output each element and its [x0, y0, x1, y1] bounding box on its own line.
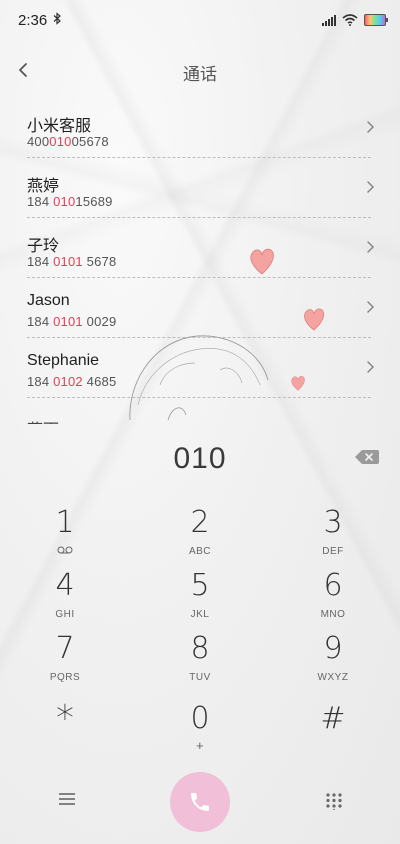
dialpad-icon[interactable] [325, 792, 343, 810]
status-bar: 2:36 [0, 0, 400, 40]
call-button[interactable] [170, 772, 230, 832]
chevron-right-icon [367, 301, 375, 313]
key-1[interactable]: 1 [10, 506, 120, 568]
bottom-bar [0, 770, 400, 834]
contact-list[interactable]: 小米客服 40001005678 燕婷 184 01015689 子玲 184 … [0, 98, 400, 424]
battery-icon [364, 14, 388, 26]
contact-number: 184 0101 0029 [27, 314, 117, 329]
key-9[interactable]: 9 WXYZ [278, 632, 388, 694]
key-digit: 2 [190, 505, 210, 540]
status-time: 2:36 [18, 12, 48, 29]
key-digit: 3 [323, 505, 343, 540]
contact-name: 子玲 [27, 238, 60, 255]
contact-number: 184 0102 4685 [27, 374, 117, 389]
header: 通话 [0, 50, 400, 90]
key-digit: 0 [190, 701, 210, 736]
key-star[interactable]: * [10, 698, 120, 764]
bluetooth-icon [53, 12, 62, 28]
contact-row[interactable]: Jason 184 0101 0029 [27, 278, 375, 338]
phone-icon [191, 793, 209, 811]
key-letters: + [195, 738, 205, 753]
key-letters: MNO [320, 609, 346, 620]
key-8[interactable]: 8 TUV [145, 632, 255, 694]
key-digit: 4 [55, 568, 75, 603]
contact-number: 184 01015689 [27, 194, 113, 209]
key-4[interactable]: 4 GHI [10, 569, 120, 631]
key-hash[interactable]: # [278, 702, 388, 764]
key-digit: 9 [323, 631, 343, 666]
chevron-right-icon [367, 181, 375, 193]
contact-name: Stephanie [27, 352, 100, 369]
key-digit: 1 [55, 505, 75, 540]
chevron-right-icon [367, 241, 375, 253]
backspace-button[interactable] [354, 448, 380, 466]
contact-row[interactable]: 小米客服 40001005678 [27, 98, 375, 158]
contact-row[interactable]: 燕婷 184 01015689 [27, 158, 375, 218]
signal-icon [322, 14, 336, 26]
contact-row[interactable]: Stephanie 184 0102 4685 [27, 338, 375, 398]
wifi-icon [342, 14, 358, 26]
key-digit: 7 [55, 631, 75, 666]
dial-display: 010 [0, 438, 400, 482]
key-0[interactable]: 0 + [145, 702, 255, 764]
contact-number: 184 0101 5678 [27, 254, 117, 269]
backspace-icon [355, 450, 379, 464]
key-6[interactable]: 6 MNO [278, 569, 388, 631]
key-letters: WXYZ [317, 672, 349, 683]
contact-name-partial: 燕雨 [27, 416, 59, 424]
key-letters: TUV [189, 672, 211, 683]
voicemail-icon [10, 546, 120, 557]
key-letters: JKL [190, 609, 210, 620]
key-letters: DEF [322, 546, 344, 557]
key-digit: 6 [323, 568, 343, 603]
contact-number: 40001005678 [27, 134, 109, 149]
status-icons [322, 14, 388, 26]
key-5[interactable]: 5 JKL [145, 569, 255, 631]
chevron-right-icon [367, 361, 375, 373]
key-7[interactable]: 7 PQRS [10, 632, 120, 694]
key-digit: * [56, 698, 74, 739]
contact-name: 小米客服 [27, 118, 92, 135]
chevron-right-icon [367, 121, 375, 133]
page-title: 通话 [183, 65, 217, 84]
key-digit: 8 [190, 631, 210, 666]
key-letters: PQRS [49, 672, 81, 683]
key-letters: ABC [188, 546, 212, 557]
key-letters: GHI [55, 609, 75, 620]
key-digit: 5 [190, 568, 210, 603]
dialed-number: 010 [173, 442, 227, 475]
contact-name: Jason [27, 292, 70, 309]
key-digit: # [320, 701, 346, 736]
key-2[interactable]: 2 ABC [145, 506, 255, 568]
menu-icon[interactable] [58, 792, 76, 806]
key-3[interactable]: 3 DEF [278, 506, 388, 568]
contact-name: 燕婷 [27, 178, 60, 195]
contact-row[interactable]: 子玲 184 0101 5678 [27, 218, 375, 278]
